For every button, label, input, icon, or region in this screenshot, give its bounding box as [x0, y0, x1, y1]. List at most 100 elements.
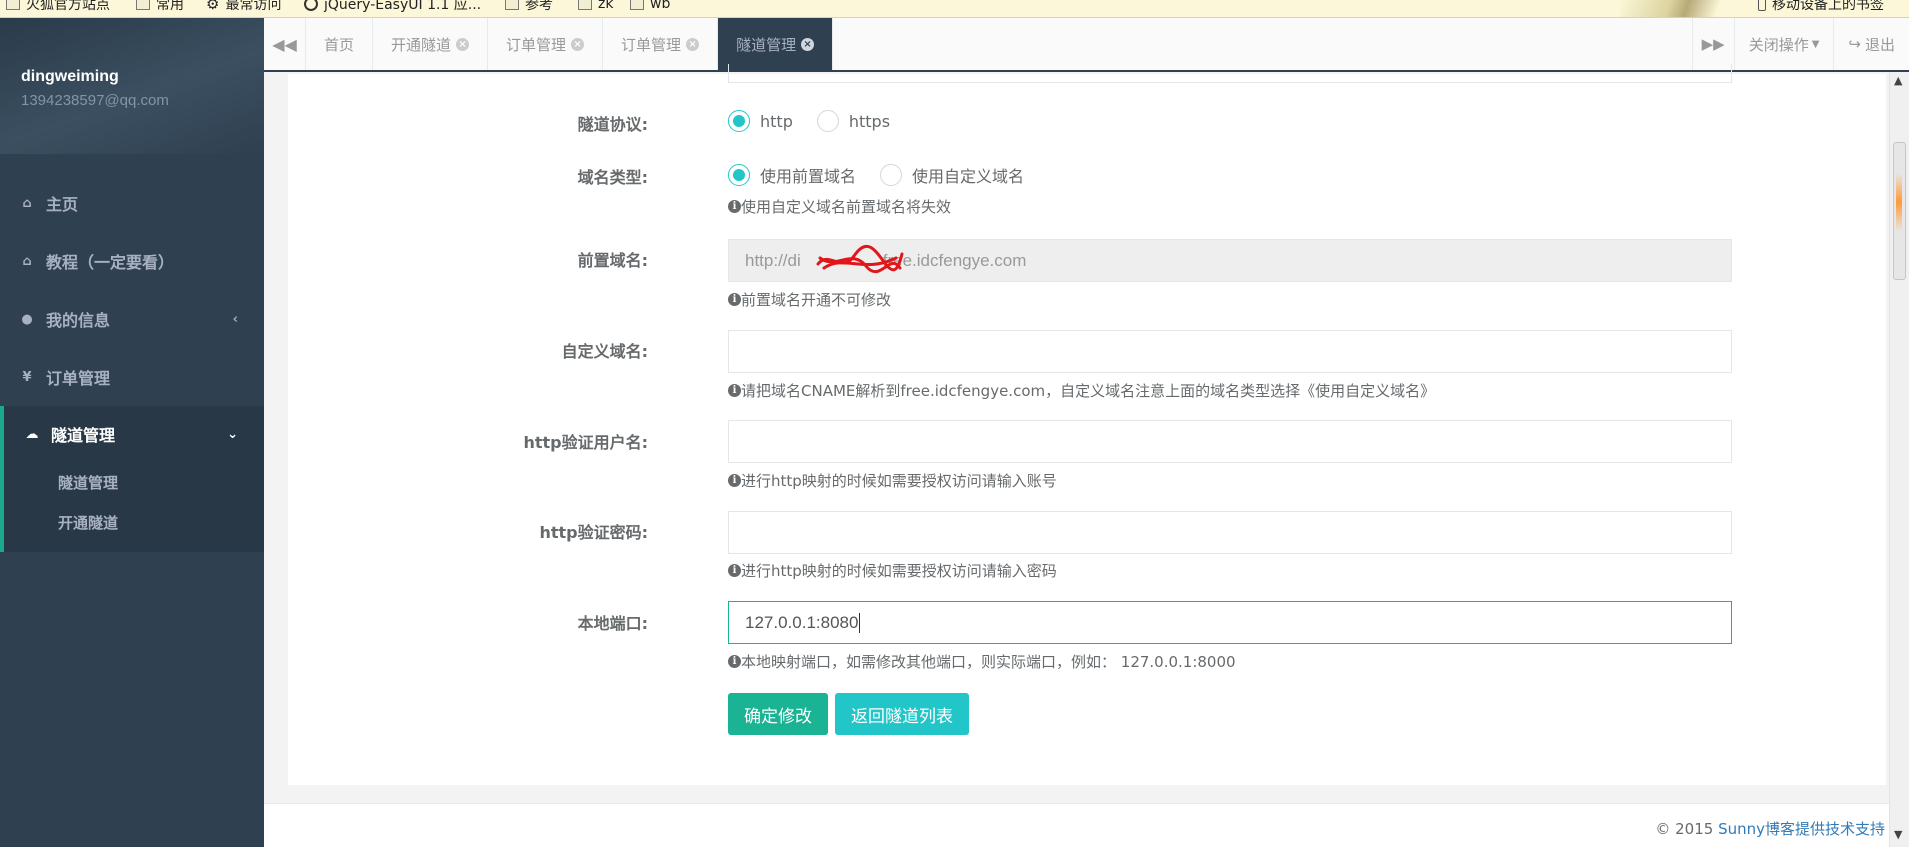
sidebar-item-tunnels[interactable]: ☁ 隧道管理 ⌄	[0, 406, 264, 462]
bookmark-mobile[interactable]: 移动设备上的书签	[1758, 0, 1884, 14]
close-tab-icon[interactable]: ×	[686, 37, 700, 51]
radio-https[interactable]	[816, 110, 839, 132]
sidebar-item-home[interactable]: ⌂ 主页	[0, 174, 264, 232]
globe-icon	[304, 0, 318, 11]
custom-domain-input[interactable]	[728, 330, 1732, 373]
bookmark-item[interactable]: zk	[578, 0, 613, 14]
user-email: 1394238597@qq.com	[21, 92, 169, 109]
form-panel: 隧道协议: http https 域名类型: 使用前置域名 使用自定义域名 i使…	[288, 64, 1886, 785]
radio-prefix-domain[interactable]	[728, 164, 750, 186]
scroll-up-icon[interactable]: ▲	[1894, 74, 1902, 87]
tab-scroll-left-button[interactable]: ◀◀	[264, 18, 306, 70]
bookmarks-bar: 火狐官方站点 常用 ⚙ 最常访问 jQuery-EasyUI 1.1 应... 参…	[0, 0, 1909, 18]
sidebar-item-my-info[interactable]: ● 我的信息 ‹	[0, 290, 264, 348]
tab-spacer	[833, 18, 1692, 70]
red-scribble-redaction	[816, 244, 904, 274]
tab-open-tunnel[interactable]: 开通隧道 ×	[373, 18, 489, 70]
user-name[interactable]: dingweiming	[21, 68, 264, 86]
folder-icon	[505, 0, 519, 10]
phone-icon	[1758, 0, 1766, 11]
tab-tunnels[interactable]: 隧道管理 ×	[718, 18, 834, 70]
sidebar-submenu: 隧道管理 开通隧道	[0, 462, 264, 552]
home-icon: ⌂	[22, 253, 32, 269]
local-port-help: i 本地映射端口，如需修改其他端口，则实际端口，例如： 127.0.0.1:800…	[728, 651, 1236, 672]
info-icon: i	[728, 293, 741, 306]
footer-copyright: © 2015 Sunny博客提供技术支持	[1655, 820, 1885, 838]
folder-icon	[578, 0, 592, 10]
close-operations-dropdown[interactable]: 关闭操作 ▼	[1733, 18, 1834, 70]
footer-link[interactable]: Sunny博客提供技术支持	[1718, 820, 1885, 838]
local-port-input[interactable]: 127.0.0.1:8080	[728, 601, 1732, 644]
scroll-down-icon[interactable]: ▼	[1894, 828, 1902, 841]
radio-http[interactable]	[728, 110, 750, 132]
radio-http-label[interactable]: http	[760, 112, 793, 131]
folder-icon	[136, 0, 150, 10]
custom-domain-help: i 请把域名CNAME解析到free.idcfengye.com，自定义域名注意上…	[728, 380, 1435, 401]
http-user-help: i 进行http映射的时候如需要授权访问请输入账号	[728, 470, 1057, 491]
http-user-label: http验证用户名:	[523, 433, 648, 452]
protocol-radio-group: http https	[728, 110, 914, 132]
bookmark-item[interactable]: 火狐官方站点	[6, 0, 110, 14]
logout-button[interactable]: ↪ 退出	[1833, 18, 1909, 70]
footer: © 2015 Sunny博客提供技术支持	[264, 803, 1909, 847]
bookmark-item[interactable]: 常用	[136, 0, 184, 14]
cloud-icon: ☁	[25, 426, 39, 442]
folder-icon	[630, 0, 644, 10]
double-left-icon: ◀◀	[272, 34, 297, 54]
chevron-down-icon: ⌄	[227, 426, 238, 442]
info-icon: i	[728, 384, 741, 397]
submenu-item-open-tunnel[interactable]: 开通隧道	[4, 502, 264, 542]
sign-out-icon: ↪	[1848, 35, 1861, 53]
close-tab-icon[interactable]: ×	[571, 37, 585, 51]
prefix-domain-help: i 前置域名开通不可修改	[728, 289, 891, 310]
gear-icon: ⚙	[206, 0, 220, 13]
prefix-domain-label: 前置域名:	[577, 251, 648, 270]
tab-orders-2[interactable]: 订单管理 ×	[603, 18, 719, 70]
profile-panel: dingweiming 1394238597@qq.com	[0, 18, 264, 154]
http-pass-label: http验证密码:	[539, 523, 648, 542]
http-pass-input[interactable]	[728, 511, 1732, 554]
local-port-label: 本地端口:	[577, 614, 648, 633]
http-pass-help: i 进行http映射的时候如需要授权访问请输入密码	[728, 560, 1057, 581]
theme-decoration	[1620, 0, 1740, 17]
tab-home[interactable]: 首页	[306, 18, 374, 70]
close-tab-icon[interactable]: ×	[456, 37, 470, 51]
folder-icon	[6, 0, 20, 10]
caret-down-icon: ▼	[1811, 38, 1820, 50]
bookmark-item[interactable]: ⚙ 最常访问	[206, 0, 281, 14]
submenu-item-tunnel-manage[interactable]: 隧道管理	[4, 462, 264, 502]
domain-type-label: 域名类型:	[577, 168, 648, 187]
yen-icon: ¥	[22, 369, 32, 385]
main-content: 隧道协议: http https 域名类型: 使用前置域名 使用自定义域名 i使…	[264, 64, 1909, 847]
previous-input-field[interactable]	[728, 64, 1732, 83]
protocol-label: 隧道协议:	[577, 115, 648, 134]
info-icon: i	[728, 200, 741, 213]
radio-custom-domain[interactable]	[880, 164, 903, 186]
user-icon: ●	[21, 311, 33, 327]
tab-orders[interactable]: 订单管理 ×	[488, 18, 604, 70]
sidebar-item-orders[interactable]: ¥ 订单管理	[0, 348, 264, 406]
info-icon: i	[728, 474, 741, 487]
bookmark-item[interactable]: jQuery-EasyUI 1.1 应...	[304, 0, 481, 14]
domain-type-help: i 使用自定义域名前置域名将失效	[728, 196, 951, 217]
sidebar-item-tutorial[interactable]: ⌂ 教程（一定要看）	[0, 232, 264, 290]
text-caret	[859, 612, 861, 633]
radio-custom-domain-label[interactable]: 使用自定义域名	[912, 163, 1024, 187]
bookmark-item[interactable]: 参考	[505, 0, 553, 14]
scroll-position-marker	[1896, 172, 1902, 232]
home-icon: ⌂	[22, 195, 32, 211]
radio-prefix-domain-label[interactable]: 使用前置域名	[760, 163, 856, 187]
bookmark-item[interactable]: wb	[630, 0, 670, 14]
prefix-domain-field: http://di free.idcfengye.com	[728, 239, 1732, 282]
sidebar: dingweiming 1394238597@qq.com ⌂ 主页 ⌂ 教程（…	[0, 18, 264, 847]
custom-domain-label: 自定义域名:	[561, 342, 648, 361]
back-to-list-button[interactable]: 返回隧道列表	[835, 693, 969, 735]
http-user-input[interactable]	[728, 420, 1732, 463]
double-right-icon: ▶▶	[1701, 35, 1725, 53]
close-tab-icon[interactable]: ×	[801, 37, 815, 51]
page-scrollbar[interactable]: ▲ ▼	[1889, 72, 1909, 847]
radio-https-label[interactable]: https	[849, 112, 890, 131]
confirm-edit-button[interactable]: 确定修改	[728, 693, 828, 735]
tab-scroll-right-button[interactable]: ▶▶	[1691, 18, 1734, 70]
info-icon: i	[728, 564, 741, 577]
